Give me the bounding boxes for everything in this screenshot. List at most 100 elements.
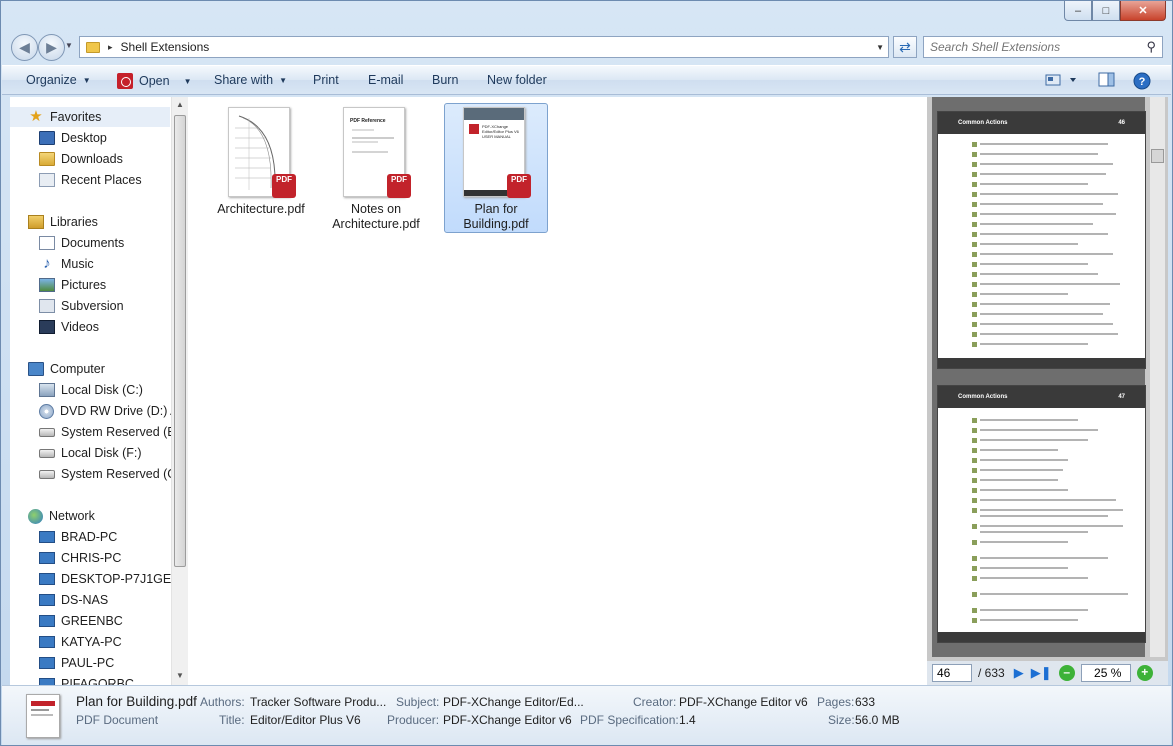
file-item[interactable]: PDF Architecture.pdf	[209, 103, 313, 233]
file-item-selected[interactable]: PDF-XChange Editor/Editor Plus V6 USER M…	[444, 103, 548, 233]
details-filetype: PDF Document	[76, 713, 159, 727]
search-box[interactable]: ⚲	[923, 36, 1163, 58]
preview-scroll-thumb[interactable]	[1151, 149, 1164, 163]
scroll-down-icon[interactable]: ▼	[176, 671, 184, 680]
forward-button[interactable]: ▶	[38, 34, 65, 61]
page-number-input[interactable]	[932, 664, 972, 682]
nav-network-pc[interactable]: GREENBC	[10, 611, 123, 631]
computer-icon	[28, 362, 44, 376]
pdf-badge-icon: PDF	[507, 174, 531, 198]
videos-icon	[39, 320, 55, 334]
nav-system-reserved-g[interactable]: System Reserved (G:)	[10, 464, 185, 484]
nav-system-reserved-e[interactable]: System Reserved (E:)	[10, 422, 183, 442]
minimize-button[interactable]: –	[1064, 1, 1092, 21]
nav-desktop[interactable]: Desktop	[10, 128, 107, 148]
authors-value[interactable]: Tracker Software Produ...	[250, 695, 386, 709]
pages-value[interactable]: 633	[855, 695, 875, 709]
nav-network-pc[interactable]: CHRIS-PC	[10, 548, 121, 568]
chevron-down-icon[interactable]: ▼	[184, 77, 192, 86]
preview-document-view[interactable]: Common Actions 46 Common Actions 47	[932, 97, 1146, 657]
close-button[interactable]: ✕	[1120, 1, 1166, 21]
desktop-icon	[39, 131, 55, 145]
nav-subversion[interactable]: Subversion	[10, 296, 124, 316]
nav-local-disk-f[interactable]: Local Disk (F:)	[10, 443, 142, 463]
organize-menu[interactable]: Organize ▼	[26, 73, 91, 87]
preview-page-text	[972, 418, 1128, 623]
navigation-pane: ★ Favorites Desktop Downloads Recent Plac…	[10, 97, 187, 685]
recent-pages-dropdown[interactable]: ▼	[65, 41, 73, 50]
preview-pane-button[interactable]	[1098, 72, 1116, 91]
breadcrumb-shell-extensions[interactable]: Shell Extensions	[121, 40, 210, 54]
nav-network-pc[interactable]: PAUL-PC	[10, 653, 114, 673]
address-bar[interactable]: ▸ Shell Extensions ▼	[79, 36, 889, 58]
producer-value[interactable]: PDF-XChange Editor v6	[443, 713, 572, 727]
nav-network-pc[interactable]: KATYA-PC	[10, 632, 122, 652]
address-dropdown-icon[interactable]: ▼	[876, 43, 884, 52]
refresh-button[interactable]: ⇄	[893, 36, 917, 58]
help-button[interactable]: ?	[1133, 72, 1151, 93]
nav-network-pc[interactable]: PIFAGORBC	[10, 674, 134, 685]
preview-page-footer	[938, 358, 1145, 368]
thumb-logo	[469, 124, 479, 134]
help-icon: ?	[1133, 72, 1151, 90]
nav-scroll-thumb[interactable]	[174, 115, 186, 567]
nav-libraries[interactable]: Libraries	[10, 212, 98, 232]
preview-pane-icon	[1098, 72, 1115, 87]
nav-pictures[interactable]: Pictures	[10, 275, 106, 295]
folder-icon	[86, 41, 100, 53]
pictures-icon	[39, 278, 55, 292]
breadcrumb-separator[interactable]: ▸	[108, 42, 113, 53]
nav-network-pc[interactable]: BRAD-PC	[10, 527, 117, 547]
pdf-spec-value[interactable]: 1.4	[679, 713, 696, 727]
nav-scrollbar[interactable]: ▲ ▼	[171, 97, 188, 685]
nav-documents[interactable]: Documents	[10, 233, 124, 253]
subversion-icon	[39, 299, 55, 313]
refresh-icon: ⇄	[899, 38, 911, 55]
nav-network[interactable]: Network	[10, 506, 95, 526]
nav-recent-places[interactable]: Recent Places	[10, 170, 142, 190]
hard-disk-icon	[39, 469, 55, 479]
zoom-out-icon[interactable]: –	[1058, 665, 1075, 681]
last-page-icon[interactable]: ▶❚	[1031, 665, 1052, 681]
burn-button[interactable]: Burn	[432, 73, 458, 87]
maximize-button[interactable]: □	[1092, 1, 1120, 21]
nav-favorites[interactable]: ★ Favorites	[10, 107, 170, 127]
zoom-in-icon[interactable]: +	[1136, 665, 1153, 681]
nav-dvd-drive[interactable]: DVD RW Drive (D:) Au	[10, 401, 185, 421]
print-button[interactable]: Print	[313, 73, 339, 87]
dvd-icon	[39, 403, 54, 419]
next-page-icon[interactable]: ▶	[1011, 665, 1027, 681]
zoom-input[interactable]	[1080, 664, 1131, 682]
file-item[interactable]: PDF Reference PDF Notes on Architecture.…	[324, 103, 428, 233]
size-value: 56.0 MB	[855, 713, 900, 727]
nav-computer[interactable]: Computer	[10, 359, 105, 379]
preview-page-header: Common Actions 47	[938, 386, 1145, 408]
preview-pane: Common Actions 46 Common Actions 47 46 /…	[927, 97, 1168, 685]
search-icon[interactable]: ⚲	[1146, 39, 1156, 55]
nav-network-pc[interactable]: DS-NAS	[10, 590, 108, 610]
thumb-header-bar	[464, 108, 524, 120]
nav-local-disk-c[interactable]: Local Disk (C:)	[10, 380, 143, 400]
subject-value[interactable]: PDF-XChange Editor/Ed...	[443, 695, 584, 709]
network-pc-icon	[39, 531, 55, 543]
search-input[interactable]	[924, 37, 1134, 57]
nav-network-pc[interactable]: DESKTOP-P7J1GE7	[10, 569, 178, 589]
organize-label: Organize	[26, 73, 77, 87]
pages-label: Pages:	[817, 695, 855, 709]
email-button[interactable]: E-mail	[368, 73, 403, 87]
thumb-logo	[31, 701, 55, 706]
change-view-button[interactable]	[1044, 72, 1080, 91]
nav-downloads[interactable]: Downloads	[10, 149, 123, 169]
nav-videos[interactable]: Videos	[10, 317, 99, 337]
star-icon: ★	[29, 108, 43, 125]
nav-music[interactable]: ♪ Music	[10, 254, 93, 274]
new-folder-button[interactable]: New folder	[487, 73, 547, 87]
preview-scrollbar[interactable]	[1150, 97, 1165, 657]
creator-value[interactable]: PDF-XChange Editor v6	[679, 695, 808, 709]
scroll-up-icon[interactable]: ▲	[176, 100, 184, 109]
back-button[interactable]: ◀	[11, 34, 38, 61]
file-name: Plan for Building.pdf	[463, 202, 529, 231]
open-button[interactable]: Open ▼	[117, 73, 192, 89]
title-value[interactable]: Editor/Editor Plus V6	[250, 713, 361, 727]
share-with-menu[interactable]: Share with ▼	[214, 73, 287, 87]
